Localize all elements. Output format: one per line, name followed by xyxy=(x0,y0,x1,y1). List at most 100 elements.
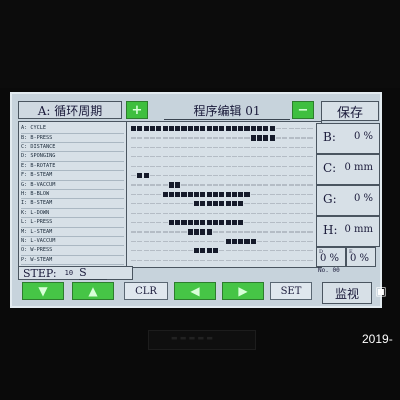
timeline-cell-off[interactable] xyxy=(288,184,294,186)
timeline-cell-on[interactable] xyxy=(194,126,200,132)
timeline-cell-off[interactable] xyxy=(156,231,162,233)
timeline-cell-off[interactable] xyxy=(212,146,219,148)
timeline-cell-off[interactable] xyxy=(275,212,282,214)
timeline-cell-off[interactable] xyxy=(250,156,256,158)
timeline-cell-off[interactable] xyxy=(137,259,143,261)
timeline-cell-off[interactable] xyxy=(131,165,137,167)
timeline-cell-off[interactable] xyxy=(307,137,313,139)
timeline-cell-off[interactable] xyxy=(175,137,181,139)
timeline-cell-off[interactable] xyxy=(200,184,206,186)
timeline-cell-on[interactable] xyxy=(225,220,231,226)
timeline-cell-on[interactable] xyxy=(181,220,187,226)
timeline-cell-off[interactable] xyxy=(263,156,269,158)
timeline-cell-off[interactable] xyxy=(168,137,174,139)
camera-icon[interactable]: ▣ xyxy=(373,283,389,299)
timeline-cell-off[interactable] xyxy=(206,165,212,167)
timeline-cell-off[interactable] xyxy=(275,193,282,195)
timeline-cell-off[interactable] xyxy=(307,222,313,224)
timeline-cell-off[interactable] xyxy=(212,156,219,158)
timeline-cell-off[interactable] xyxy=(187,175,193,177)
timeline-cell-off[interactable] xyxy=(168,146,174,148)
timeline-cell-off[interactable] xyxy=(162,222,168,224)
timeline-cell-off[interactable] xyxy=(288,240,294,242)
timeline-cell-off[interactable] xyxy=(143,137,149,139)
timeline-cell-off[interactable] xyxy=(257,193,263,195)
timeline-cell-on[interactable] xyxy=(149,126,156,132)
timeline-cell-off[interactable] xyxy=(294,240,300,242)
timeline-cell-off[interactable] xyxy=(294,137,300,139)
timeline-cell-on[interactable] xyxy=(212,191,219,197)
timeline-cell-off[interactable] xyxy=(269,231,275,233)
timeline-cell-off[interactable] xyxy=(181,175,187,177)
timeline-cell-off[interactable] xyxy=(206,240,212,242)
timeline-cell-on[interactable] xyxy=(194,248,200,254)
timeline-cell-off[interactable] xyxy=(162,259,168,261)
timeline-cell-off[interactable] xyxy=(288,231,294,233)
timeline-cell-off[interactable] xyxy=(301,175,307,177)
timeline-cell-on[interactable] xyxy=(200,201,206,207)
timeline-cell-off[interactable] xyxy=(263,212,269,214)
timeline-cell-off[interactable] xyxy=(307,165,313,167)
minus-button[interactable]: − xyxy=(292,101,314,119)
timeline-cell-off[interactable] xyxy=(307,240,313,242)
timeline-cell-off[interactable] xyxy=(175,240,181,242)
timeline-cell-on[interactable] xyxy=(250,135,256,141)
timeline-cell-off[interactable] xyxy=(288,259,294,261)
timeline-cell-off[interactable] xyxy=(282,222,288,224)
timeline-cell-off[interactable] xyxy=(131,156,137,158)
timeline-cell-off[interactable] xyxy=(131,250,137,252)
timeline-cell-off[interactable] xyxy=(250,175,256,177)
timeline-cell-off[interactable] xyxy=(187,146,193,148)
timeline-cell-on[interactable] xyxy=(238,201,244,207)
timeline-cell-on[interactable] xyxy=(219,126,225,132)
timeline-cell-off[interactable] xyxy=(275,137,282,139)
timeline-cell-off[interactable] xyxy=(257,156,263,158)
timeline-cell-off[interactable] xyxy=(231,137,237,139)
timeline-cell-off[interactable] xyxy=(282,175,288,177)
timeline-cell-off[interactable] xyxy=(288,128,294,130)
timeline-cell-off[interactable] xyxy=(181,203,187,205)
timeline-cell-off[interactable] xyxy=(156,250,162,252)
timeline-cell-off[interactable] xyxy=(275,128,282,130)
timeline-cell-off[interactable] xyxy=(206,146,212,148)
timeline-cell-off[interactable] xyxy=(294,250,300,252)
timeline-cell-off[interactable] xyxy=(200,212,206,214)
timeline-cell-off[interactable] xyxy=(244,250,250,252)
timeline-cell-on[interactable] xyxy=(194,220,200,226)
timeline-cell-off[interactable] xyxy=(294,165,300,167)
timeline-cell-off[interactable] xyxy=(288,250,294,252)
timeline-cell-off[interactable] xyxy=(282,184,288,186)
timeline-cell-off[interactable] xyxy=(137,156,143,158)
timeline-cell-off[interactable] xyxy=(231,165,237,167)
timeline-cell-off[interactable] xyxy=(301,250,307,252)
timeline-cell-off[interactable] xyxy=(231,231,237,233)
timeline-cell-off[interactable] xyxy=(269,250,275,252)
timeline-cell-off[interactable] xyxy=(149,250,156,252)
timeline-cell-off[interactable] xyxy=(212,184,219,186)
timeline-cell-off[interactable] xyxy=(307,212,313,214)
set-button[interactable]: SET xyxy=(270,282,312,300)
timeline-cell-on[interactable] xyxy=(194,201,200,207)
timeline-cell-on[interactable] xyxy=(231,191,237,197)
timeline-cell-off[interactable] xyxy=(175,156,181,158)
timeline-cell-off[interactable] xyxy=(212,137,219,139)
timeline-cell-off[interactable] xyxy=(294,156,300,158)
timeline-cell-off[interactable] xyxy=(219,231,225,233)
timeline-cell-off[interactable] xyxy=(168,175,174,177)
timeline-cell-off[interactable] xyxy=(131,240,137,242)
timeline-cell-off[interactable] xyxy=(250,165,256,167)
timeline-cell-on[interactable] xyxy=(238,191,244,197)
timeline-cell-on[interactable] xyxy=(225,191,231,197)
timeline-cell-off[interactable] xyxy=(156,240,162,242)
timeline-cell-off[interactable] xyxy=(162,137,168,139)
timeline-cell-off[interactable] xyxy=(181,146,187,148)
timeline-cell-off[interactable] xyxy=(238,231,244,233)
timeline-cell-off[interactable] xyxy=(200,240,206,242)
timeline-cell-off[interactable] xyxy=(187,259,193,261)
timeline-cell-off[interactable] xyxy=(219,259,225,261)
timeline-cell-off[interactable] xyxy=(219,165,225,167)
timeline-cell-off[interactable] xyxy=(257,212,263,214)
timeline-cell-off[interactable] xyxy=(294,231,300,233)
timeline-cell-on[interactable] xyxy=(200,191,206,197)
timeline-cell-off[interactable] xyxy=(244,222,250,224)
